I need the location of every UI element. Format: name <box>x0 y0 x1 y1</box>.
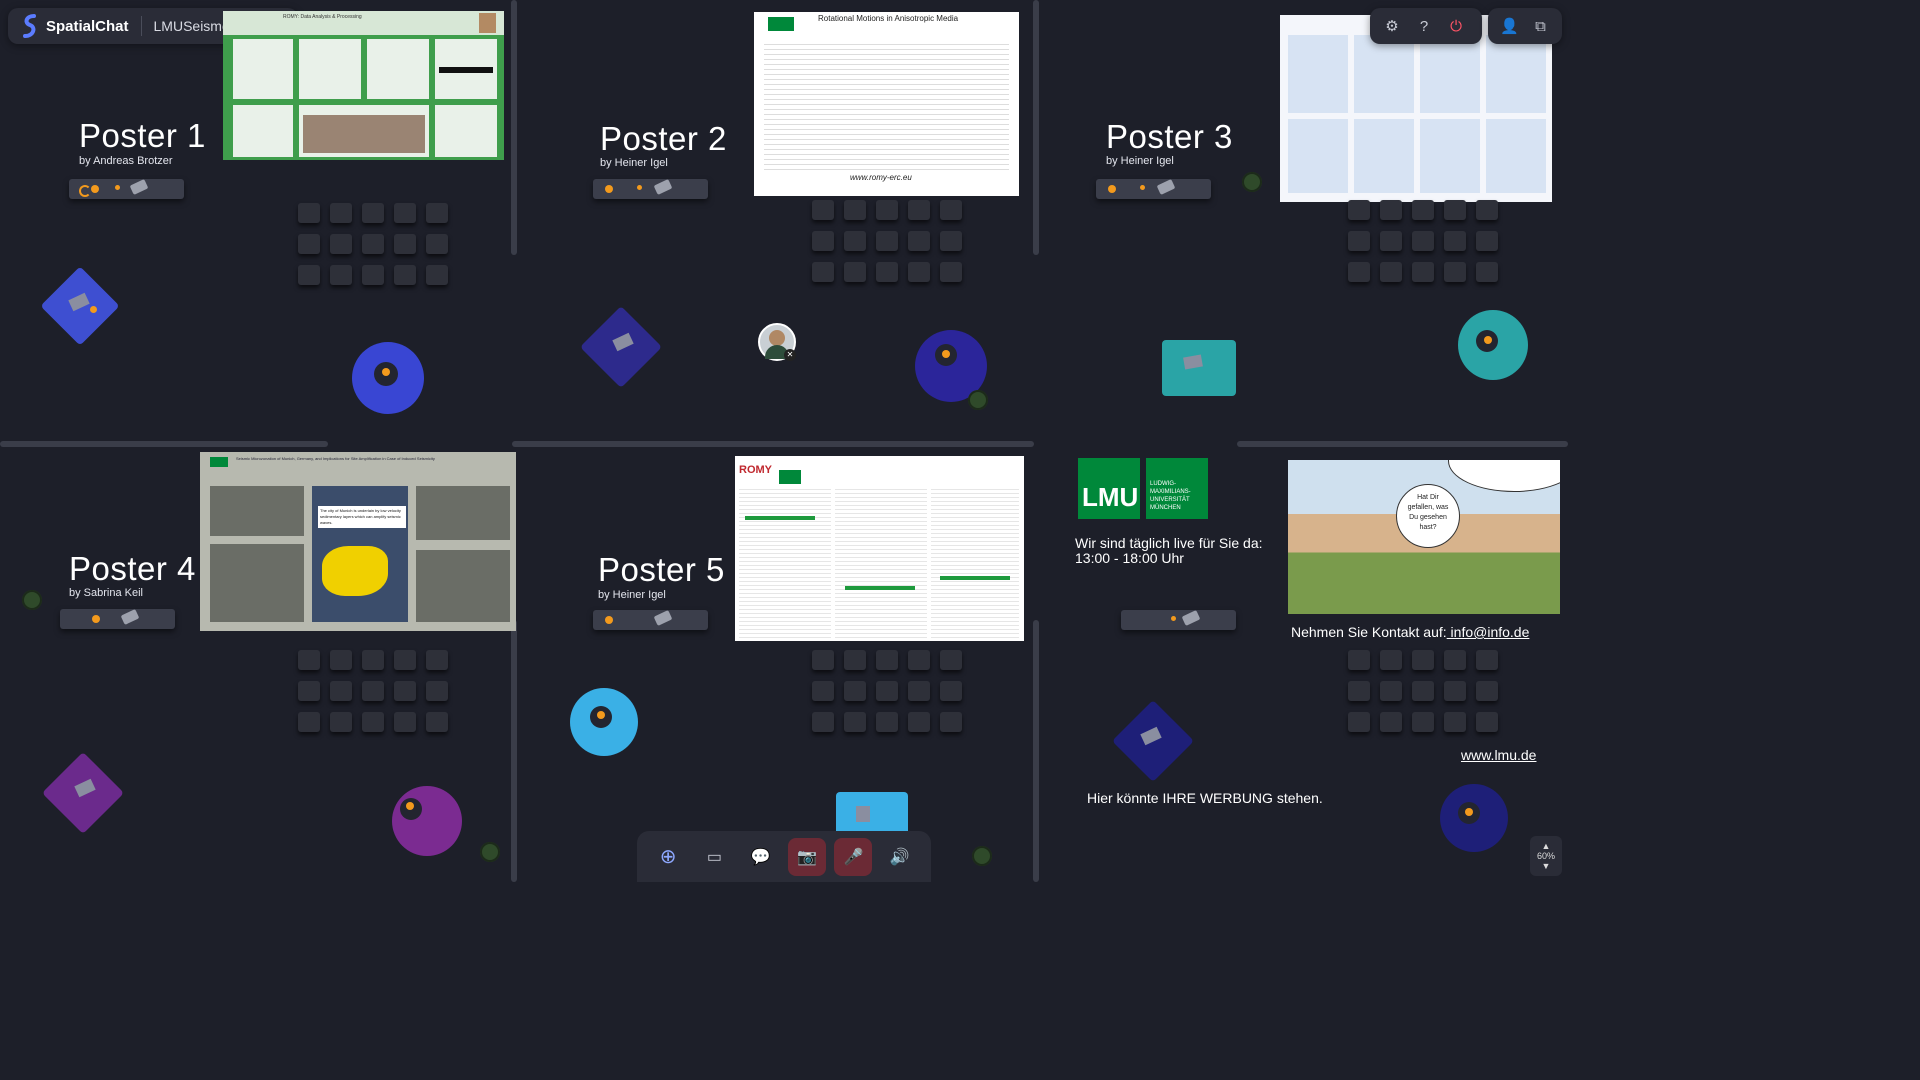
plant-decoration <box>22 590 42 610</box>
screen-share-spot[interactable] <box>593 610 708 630</box>
help-icon[interactable]: ? <box>1410 12 1438 40</box>
lmu-logo-name: LUDWIG-MAXIMILIANS-UNIVERSITÄT MÜNCHEN <box>1150 481 1191 511</box>
wall-divider <box>1237 441 1568 447</box>
poster-2-image-footer: www.romy-erc.eu <box>850 173 912 182</box>
seat-grid[interactable] <box>298 650 448 734</box>
speaker-icon[interactable]: 🔊 <box>881 838 919 876</box>
poster-title: Poster 4 <box>69 550 196 587</box>
media-toolbar: ⊕ ▭ 💬 📷 🎤 🔊 <box>637 831 931 882</box>
contact-email-link[interactable]: info@info.de <box>1447 624 1530 640</box>
screen-share-spot[interactable] <box>593 179 708 199</box>
poster-author: by Heiner Igel <box>600 157 668 169</box>
seat-grid[interactable] <box>812 650 962 734</box>
rooms-icon[interactable]: ⧉ <box>1527 12 1554 40</box>
brand-name: SpatialChat <box>46 17 129 35</box>
meeting-table[interactable] <box>1440 784 1508 852</box>
live-hours-line2: 13:00 - 18:00 Uhr <box>1075 550 1184 566</box>
screen-share-spot[interactable] <box>1096 179 1211 199</box>
seat-grid[interactable] <box>1348 650 1498 734</box>
spatialchat-logo-icon <box>23 14 36 38</box>
add-icon[interactable]: ⊕ <box>649 838 687 876</box>
poster-title: Poster 2 <box>600 120 727 157</box>
lmu-logo-text: LMU <box>1082 482 1139 512</box>
poster-2-image[interactable]: Rotational Motions in Anisotropic Media … <box>754 12 1019 196</box>
user-avatar[interactable]: ✕ <box>758 323 796 361</box>
wall-divider <box>1033 0 1039 255</box>
user-controls: 👤 ⧉ <box>1488 8 1562 44</box>
wall-divider <box>0 441 328 447</box>
speech-bubble-text: Hat Dir gefallen, was Du gesehen hast? <box>1407 494 1449 531</box>
live-hours-line1: Wir sind täglich live für Sie da: <box>1075 535 1263 551</box>
wall-divider <box>511 0 517 255</box>
plant-decoration <box>968 390 988 410</box>
profile-icon[interactable]: 👤 <box>1496 12 1523 40</box>
lmu-campus-image[interactable]: Hat Dir gefallen, was Du gesehen hast? <box>1288 460 1560 614</box>
divider <box>140 16 142 36</box>
zoom-level: 60% <box>1536 851 1555 861</box>
wall-divider <box>1033 620 1039 882</box>
poster-title: Poster 3 <box>1106 118 1233 155</box>
poster-5-image-brand: ROMY <box>739 464 772 476</box>
leave-power-icon[interactable]: ⏻ <box>1442 12 1470 40</box>
meeting-table[interactable] <box>1162 340 1236 396</box>
meeting-table[interactable] <box>41 751 126 836</box>
plant-decoration <box>972 846 992 866</box>
poster-4-image-caption: The city of Munich is underlain by low v… <box>318 506 406 528</box>
chevron-up-icon[interactable]: ▲ <box>1542 841 1551 851</box>
poster-1-image[interactable]: ROMY: Data Analysis & Processing <box>223 11 504 160</box>
poster-5-image[interactable]: ROMY <box>735 456 1024 641</box>
chevron-down-icon[interactable]: ▼ <box>1542 861 1551 871</box>
wall-divider <box>511 620 517 882</box>
poster-author: by Heiner Igel <box>598 589 666 601</box>
poster-1-image-title: ROMY: Data Analysis & Processing <box>283 14 362 20</box>
screen-share-icon[interactable]: ▭ <box>695 838 733 876</box>
poster-author: by Heiner Igel <box>1106 155 1174 167</box>
seat-grid[interactable] <box>812 200 962 284</box>
meeting-table[interactable] <box>579 305 664 390</box>
meeting-table[interactable] <box>352 342 424 414</box>
screen-share-spot[interactable] <box>60 609 175 629</box>
live-hours-text: Wir sind täglich live für Sie da: 13:00 … <box>1075 536 1263 566</box>
poster-title: Poster 1 <box>79 117 206 154</box>
meeting-table[interactable] <box>1111 699 1196 784</box>
ad-text: Hier könnte IHRE WERBUNG stehen. <box>1087 790 1323 806</box>
screen-share-spot[interactable] <box>69 179 184 199</box>
chat-icon[interactable]: 💬 <box>742 838 780 876</box>
meeting-table[interactable] <box>392 786 462 856</box>
poster-4-image[interactable]: Seismic Microzonation of Munich, Germany… <box>200 452 516 631</box>
camera-off-icon[interactable]: 📷 <box>788 837 827 876</box>
meeting-table[interactable] <box>1458 310 1528 380</box>
poster-author: by Andreas Brotzer <box>79 155 173 167</box>
settings-gear-icon[interactable]: ⚙ <box>1378 12 1406 40</box>
wall-divider <box>512 441 1034 447</box>
seat-grid[interactable] <box>298 203 448 287</box>
room-controls: ⚙ ? ⏻ <box>1370 8 1482 44</box>
website-link[interactable]: www.lmu.de <box>1461 747 1536 763</box>
poster-title: Poster 5 <box>598 551 725 588</box>
screen-share-spot[interactable] <box>1121 610 1236 630</box>
contact-prefix: Nehmen Sie Kontakt auf: <box>1291 624 1447 640</box>
zoom-indicator[interactable]: ▲ 60% ▼ <box>1530 836 1562 876</box>
meeting-table[interactable] <box>40 266 120 346</box>
seat-grid[interactable] <box>1348 200 1498 284</box>
plant-decoration <box>1242 172 1262 192</box>
lmu-logo: LMU LUDWIG-MAXIMILIANS-UNIVERSITÄT MÜNCH… <box>1078 458 1208 519</box>
poster-2-image-title: Rotational Motions in Anisotropic Media <box>818 14 959 23</box>
poster-4-image-title: Seismic Microzonation of Munich, Germany… <box>236 456 435 461</box>
muted-icon: ✕ <box>784 349 796 361</box>
plant-decoration <box>480 842 500 862</box>
contact-text: Nehmen Sie Kontakt auf: info@info.de <box>1291 624 1529 640</box>
poster-author: by Sabrina Keil <box>69 587 143 599</box>
meeting-table[interactable] <box>570 688 638 756</box>
mic-off-icon[interactable]: 🎤 <box>834 837 873 876</box>
